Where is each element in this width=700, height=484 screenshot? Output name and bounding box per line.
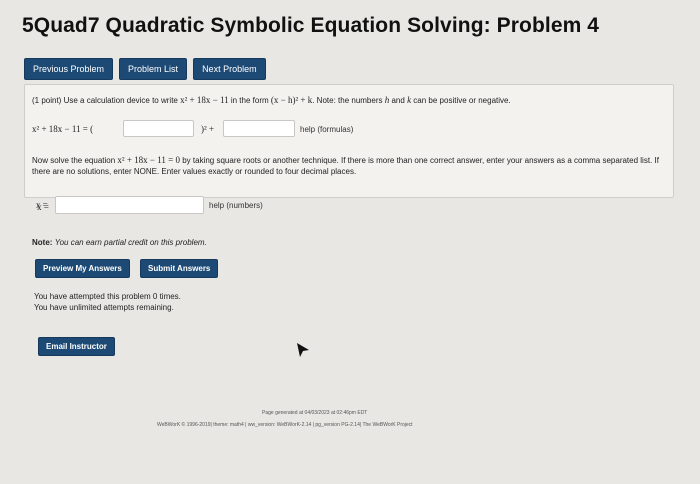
next-problem-button[interactable]: Next Problem bbox=[193, 58, 266, 80]
help-formulas-link[interactable]: help (formulas) bbox=[300, 125, 353, 134]
page-generated-text: Page generated at 04/03/2023 at 02:46pm … bbox=[262, 410, 368, 416]
instruction-text-b: in the form bbox=[230, 96, 269, 105]
partial-credit-note: Note: You can earn partial credit on thi… bbox=[32, 237, 207, 248]
and-text: and bbox=[391, 96, 405, 105]
solve-instructions: Now solve the equation x² + 18x − 11 = 0… bbox=[32, 155, 672, 177]
equation-middle: )² + bbox=[201, 124, 215, 134]
preview-answers-button[interactable]: Preview My Answers bbox=[35, 259, 130, 278]
solve-text-b: by taking square roots or another techni… bbox=[182, 156, 566, 165]
k-symbol: k bbox=[407, 95, 412, 105]
email-instructor-button[interactable]: Email Instructor bbox=[38, 337, 115, 356]
equation-left: x² + 18x − 11 = ( bbox=[32, 124, 94, 134]
instruction-text: Use a calculation device to write bbox=[63, 96, 178, 105]
answer-input-x[interactable] bbox=[55, 196, 204, 214]
attempted-text: You have attempted this problem 0 times. bbox=[34, 292, 181, 301]
x-label-visible: x = bbox=[36, 200, 48, 210]
instruction-text-d: can be positive or negative. bbox=[413, 96, 511, 105]
answer-input-h[interactable] bbox=[123, 120, 194, 137]
mouse-pointer-icon bbox=[296, 342, 310, 363]
attempts-status: You have attempted this problem 0 times.… bbox=[34, 291, 181, 313]
version-text: WeBWorK © 1996-2019| theme: math4 | ww_v… bbox=[157, 422, 413, 428]
problem-list-button[interactable]: Problem List bbox=[119, 58, 188, 80]
points-label: (1 point) bbox=[32, 96, 62, 105]
webwork-page: 5Quad7 Quadratic Symbolic Equation Solvi… bbox=[0, 0, 700, 484]
vertex-form: (x − h)² + k bbox=[270, 95, 313, 105]
help-numbers-link[interactable]: help (numbers) bbox=[209, 201, 263, 210]
remaining-text: You have unlimited attempts remaining. bbox=[34, 303, 174, 312]
instruction-text-c: . Note: the numbers bbox=[312, 96, 383, 105]
solve-text-a: Now solve the equation bbox=[32, 156, 116, 165]
problem-panel: (1 point) Use a calculation device to wr… bbox=[24, 84, 674, 212]
page-title: 5Quad7 Quadratic Symbolic Equation Solvi… bbox=[22, 14, 600, 37]
expression: x² + 18x − 11 bbox=[180, 95, 229, 105]
h-symbol: h bbox=[384, 95, 390, 105]
problem-nav: Previous Problem Problem List Next Probl… bbox=[24, 58, 266, 80]
note-label: Note: bbox=[32, 238, 53, 247]
note-text: You can earn partial credit on this prob… bbox=[54, 238, 207, 247]
submit-answers-button[interactable]: Submit Answers bbox=[140, 259, 219, 278]
answer-input-k[interactable] bbox=[223, 120, 295, 137]
equation-zero: x² + 18x − 11 = 0 bbox=[117, 155, 180, 165]
problem-statement: (1 point) Use a calculation device to wr… bbox=[32, 95, 511, 105]
previous-problem-button[interactable]: Previous Problem bbox=[24, 58, 114, 80]
